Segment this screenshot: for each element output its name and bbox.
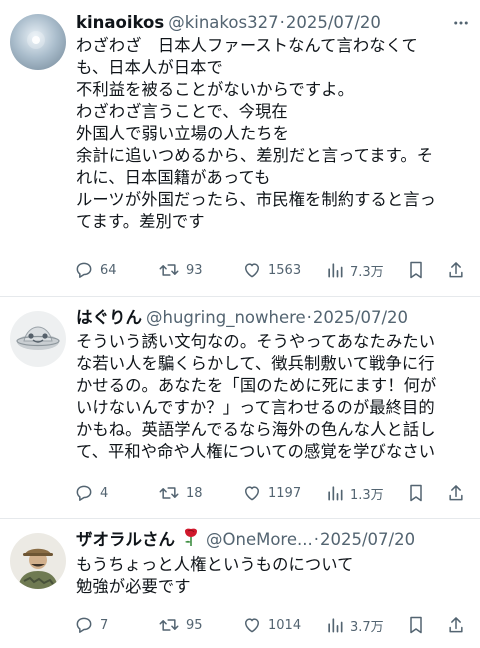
post-date[interactable]: 2025/07/20 <box>286 12 381 34</box>
reply-icon <box>76 485 92 501</box>
repost-count: 18 <box>186 485 203 501</box>
action-bar: 4 18 1197 1.3万 <box>74 481 470 505</box>
reply-count: 7 <box>100 617 109 633</box>
like-count: 1563 <box>268 262 302 278</box>
repost-count: 95 <box>186 617 203 633</box>
share-button[interactable] <box>447 613 465 637</box>
display-name[interactable]: ザオラルさん <box>76 529 175 551</box>
text-line: れに、日本国籍があっても <box>76 168 271 187</box>
text-line: わざわざ言うことで、今現在 <box>76 102 288 121</box>
display-name[interactable]: kinaoikos <box>76 12 164 34</box>
text-line: てます。差別です <box>76 212 205 231</box>
reply-icon <box>76 617 92 633</box>
reply-button[interactable]: 7 <box>74 613 108 637</box>
user-handle[interactable]: @kinakos327 <box>168 12 278 34</box>
text-line: かもね。英語学んでるなら海外の色んな人と話し <box>76 420 436 439</box>
text-line: そういう誘い文句なの。そうやってあなたみたい <box>76 332 436 351</box>
bookmark-icon <box>410 261 422 279</box>
views-button[interactable]: 1.3万 <box>326 481 384 505</box>
repost-button[interactable]: 18 <box>158 481 203 505</box>
repost-button[interactable]: 93 <box>158 258 203 282</box>
text-line: 外国人で弱い立場の人たちを <box>76 124 289 143</box>
post-date[interactable]: 2025/07/20 <box>320 529 415 551</box>
reply-button[interactable]: 4 <box>74 481 108 505</box>
like-icon <box>245 618 259 633</box>
views-icon <box>328 486 343 501</box>
like-icon <box>245 486 259 501</box>
text-line: 不利益を被ることがないからですよ。 <box>76 80 354 99</box>
like-button[interactable]: 1197 <box>242 481 301 505</box>
text-line: て、平和や命や人権についての感覚を学びなさい <box>76 442 436 461</box>
bookmark-button[interactable] <box>407 481 425 505</box>
view-count: 7.3万 <box>350 264 384 280</box>
text-line: ルーツが外国だったら、市民権を制約すると言っ <box>76 190 437 209</box>
reply-icon <box>76 262 92 278</box>
retweet-icon <box>159 487 179 499</box>
text-line: かせるの。あなたを「国のために死にます！何が <box>76 376 437 395</box>
like-icon <box>245 263 259 278</box>
more-icon[interactable] <box>450 12 472 34</box>
text-line: 余計に追いつめるから、差別だと言ってます。そ <box>76 146 434 165</box>
views-button[interactable]: 3.7万 <box>326 613 384 637</box>
share-icon <box>449 617 463 633</box>
bookmark-button[interactable] <box>407 613 425 637</box>
post-text: もうちょっと人権というものについて 勉強が必要です <box>76 554 470 598</box>
avatar[interactable] <box>10 14 66 70</box>
reply-count: 4 <box>100 485 109 501</box>
timeline-feed: kinaoikos @kinakos327 · 2025/07/20 わざわざ … <box>0 0 480 648</box>
text-line: もうちょっと人権というものについて <box>76 555 354 574</box>
like-count: 1014 <box>268 617 302 633</box>
like-button[interactable]: 1014 <box>242 613 301 637</box>
rose-icon <box>182 527 200 553</box>
repost-button[interactable]: 95 <box>158 613 203 637</box>
post-text: そういう誘い文句なの。そうやってあなたみたい な若い人を騙くらかして、徴兵制敷い… <box>76 331 470 463</box>
post-text: わざわざ 日本人ファーストなんて言わなくて も、日本人が日本で 不利益を被ること… <box>76 35 470 233</box>
retweet-icon <box>159 264 179 276</box>
user-handle[interactable]: @OneMore... <box>206 529 313 551</box>
post-date[interactable]: 2025/07/20 <box>313 307 408 329</box>
avatar[interactable] <box>10 311 66 367</box>
text-line: いけないんですか？」って言わせるのが最終目的 <box>76 398 435 417</box>
share-icon <box>449 262 463 278</box>
share-button[interactable] <box>447 481 465 505</box>
bookmark-icon <box>410 484 422 502</box>
repost-count: 93 <box>186 262 203 278</box>
bookmark-button[interactable] <box>407 258 425 282</box>
user-handle[interactable]: @hugring_nowhere <box>146 307 306 329</box>
views-button[interactable]: 7.3万 <box>326 258 384 282</box>
separator-dot: · <box>313 530 319 549</box>
separator-dot: · <box>279 13 285 32</box>
reply-count: 64 <box>100 262 117 278</box>
view-count: 3.7万 <box>350 619 384 635</box>
text-line: 勉強が必要です <box>76 577 191 596</box>
text-line: も、日本人が日本で <box>76 58 223 77</box>
bookmark-icon <box>410 616 422 634</box>
post[interactable]: ザオラルさん @OneMore... · 2025/07/20 もうちょっと人権… <box>0 519 480 648</box>
share-button[interactable] <box>447 258 465 282</box>
views-icon <box>328 263 343 278</box>
post[interactable]: はぐりん @hugring_nowhere · 2025/07/20 そういう誘… <box>0 297 480 519</box>
share-icon <box>449 485 463 501</box>
action-bar: 7 95 1014 3.7万 <box>74 613 470 637</box>
display-name[interactable]: はぐりん <box>76 307 142 329</box>
avatar[interactable] <box>10 533 66 589</box>
view-count: 1.3万 <box>350 487 384 503</box>
text-line: な若い人を騙くらかして、徴兵制敷いて戦争に行 <box>76 354 435 373</box>
reply-button[interactable]: 64 <box>74 258 117 282</box>
like-button[interactable]: 1563 <box>242 258 301 282</box>
post[interactable]: kinaoikos @kinakos327 · 2025/07/20 わざわざ … <box>0 0 480 297</box>
separator-dot: · <box>306 308 312 327</box>
like-count: 1197 <box>268 485 302 501</box>
action-bar: 64 93 1563 7.3万 <box>74 258 470 282</box>
retweet-icon <box>159 619 179 631</box>
views-icon <box>328 618 343 633</box>
text-line: わざわざ 日本人ファーストなんて言わなくて <box>76 36 418 55</box>
